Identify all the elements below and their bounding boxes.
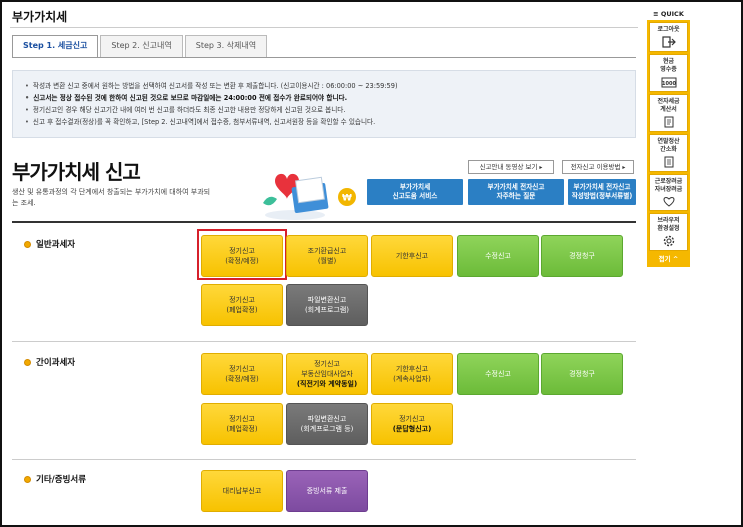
general-correction-claim-button[interactable]: 경정청구 [541,235,623,277]
bullet-icon [24,475,31,483]
simple-closure-filing-button[interactable]: 정기신고 (폐업확정) [201,403,283,445]
divider [12,57,636,58]
quick-collapse-button[interactable]: 접기 ^ [649,253,688,265]
general-early-refund-button[interactable]: 조기환급신고 (월별) [286,235,368,277]
selection-highlight [197,229,287,280]
e-filing-guide-link[interactable]: 전자신고 이용방법 [562,160,634,174]
divider [12,221,636,223]
section-title: 부가가치세 신고 [12,160,141,184]
simple-amended-filing-button[interactable]: 수정신고 [457,353,539,395]
quick-logout-button[interactable]: 로그아웃 [649,22,688,52]
writing-guide-button[interactable]: 부가가치세 전자신고 작성방법(정부서류별) [568,179,636,205]
simple-regular-filing-button[interactable]: 정기신고 (확정/예정) [201,353,283,395]
quick-menu: ≡ QUICK 로그아웃 현금 영수증 1000 전자세금 계산서 연말정산 간… [647,8,690,267]
section-description: 생산 및 유통과정의 각 단계에서 창출되는 부가가치에 대하여 부과되는 조세… [12,188,211,207]
quick-menu-header: ≡ QUICK [653,10,684,18]
notice-box: 작성과 변환 신고 중에서 원하는 방법을 선택하여 신고서를 작성 또는 변환… [12,70,636,138]
heart-icon [662,197,675,207]
gear-icon [663,235,674,247]
general-closure-filing-button[interactable]: 정기신고 (폐업확정) [201,284,283,326]
divider [10,27,638,28]
simple-qa-filing-button[interactable]: 정기신고 (문답형신고) [371,403,453,445]
bullet-icon [24,358,31,366]
category-general: 일반과세자 [24,238,75,250]
divider [12,459,636,460]
simple-rental-filing-button[interactable]: 정기신고 부동산임대사업자 (직전기와 계약동일) [286,353,368,395]
faq-button[interactable]: 부가가치세 전자신고 자주하는 질문 [468,179,564,205]
divider [12,341,636,342]
general-amended-filing-button[interactable]: 수정신고 [457,235,539,277]
supporting-documents-button[interactable]: 증빙서류 제출 [286,470,368,512]
tab-step3[interactable]: Step 3. 삭제내역 [184,35,268,57]
tab-step2[interactable]: Step 2. 신고내역 [100,35,183,57]
quick-year-end-button[interactable]: 연말정산 간소화 [649,134,688,172]
video-guide-link[interactable]: 신고안내 동영상 보기 [468,160,554,174]
quick-e-invoice-button[interactable]: 전자세금 계산서 [649,94,688,132]
notice-item: 신고서는 정상 접수된 것에 한하여 신고된 것으로 보므로 마감일에는 24:… [25,92,623,104]
notice-item: 작성과 변환 신고 중에서 원하는 방법을 선택하여 신고서를 작성 또는 변환… [25,80,623,92]
general-file-conversion-button[interactable]: 파일변환신고 (회계프로그램) [286,284,368,326]
tab-bar: Step 1. 세금신고 Step 2. 신고내역 Step 3. 삭제내역 [12,35,269,58]
simple-correction-claim-button[interactable]: 경정청구 [541,353,623,395]
page-title: 부가가치세 [12,10,68,24]
category-other: 기타/증빙서류 [24,473,86,485]
logout-icon [661,36,676,48]
quick-browser-settings-button[interactable]: 브라우저 환경설정 [649,213,688,251]
category-simplified: 간이과세자 [24,356,75,368]
svg-text:1000: 1000 [662,81,676,87]
invoice-icon [664,116,673,128]
document-icon [664,156,673,168]
quick-incentive-button[interactable]: 근로장려금 자녀장려금 [649,174,688,211]
bullet-icon [24,240,31,248]
quick-cash-receipt-button[interactable]: 현금 영수증 1000 [649,54,688,92]
svg-text:₩: ₩ [342,194,352,204]
receipt-icon: 1000 [661,77,676,88]
notice-item: 신고 후 접수결과(정상)를 꼭 확인하고, [Step 2. 신고내역]에서 … [25,116,623,128]
simple-late-filing-button[interactable]: 기한후신고 (계속사업자) [371,353,453,395]
simple-file-conversion-button[interactable]: 파일변환신고 (회계프로그램 등) [286,403,368,445]
tab-step1[interactable]: Step 1. 세금신고 [12,35,99,58]
help-service-button[interactable]: 부가가치세 신고도움 서비스 [367,179,463,205]
proxy-payment-filing-button[interactable]: 대리납부신고 [201,470,283,512]
tax-illustration-icon: ₩ [263,173,356,220]
notice-item: 정기신고인 경우 해당 신고기간 내에 여러 번 신고를 하더라도 최종 신고한… [25,104,623,116]
quick-menu-panel: 로그아웃 현금 영수증 1000 전자세금 계산서 연말정산 간소화 근로장려금… [647,20,690,267]
general-late-filing-button[interactable]: 기한후신고 [371,235,453,277]
